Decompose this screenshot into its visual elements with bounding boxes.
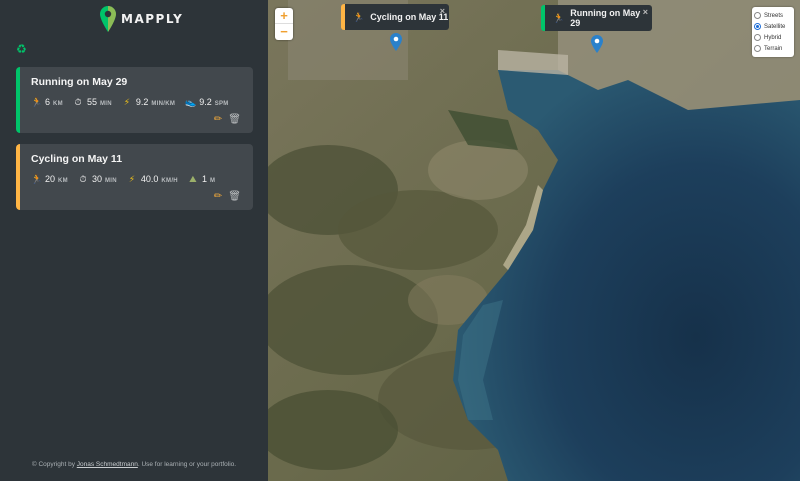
- trash-icon[interactable]: 🗑: [228, 114, 241, 125]
- stopwatch-icon: ⏱: [79, 174, 87, 184]
- author-link[interactable]: Jonas Schmedtmann: [77, 461, 138, 468]
- cadence-value: 9.2: [199, 97, 212, 107]
- map-marker-running[interactable]: [591, 35, 603, 53]
- radio-button[interactable]: [754, 45, 761, 52]
- duration-value: 55: [86, 97, 97, 107]
- popup-cycling[interactable]: 🏃 Cycling on May 11 ×: [341, 4, 449, 30]
- map-marker-cycling[interactable]: [390, 33, 402, 51]
- edit-pencil-icon[interactable]: ✏: [214, 191, 222, 202]
- workout-stats: 🏃 6 KM ⏱ 55 MIN ⚡ 9.2 MIN/KM 👟 9.2 SPM: [31, 97, 239, 108]
- trash-icon[interactable]: 🗑: [228, 191, 241, 202]
- duration-unit: MIN: [99, 101, 112, 107]
- speed-stat: ⚡ 40.0 KM/H: [127, 174, 178, 185]
- zoom-out-button[interactable]: −: [275, 24, 293, 40]
- pace-value: 9.2: [135, 97, 149, 107]
- layer-option-satellite[interactable]: Satellite: [754, 21, 792, 32]
- pace-unit: MIN/KM: [151, 101, 176, 107]
- radio-button[interactable]: [754, 23, 761, 30]
- zoom-control: + −: [275, 8, 293, 40]
- copyright-suffix: . Use for learning or your portfolio.: [137, 461, 237, 468]
- app-name: MAPPLY: [121, 12, 184, 26]
- elevation-value: 1: [201, 174, 207, 184]
- satellite-imagery: [268, 0, 800, 481]
- cyclist-icon: 🏃: [353, 11, 365, 22]
- elevation-unit: M: [209, 178, 216, 184]
- layer-label: Terrain: [764, 45, 783, 52]
- stopwatch-icon: ⏱: [74, 97, 82, 107]
- cyclist-icon: 🏃: [31, 174, 43, 184]
- cadence-stat: 👟 9.2 SPM: [185, 97, 228, 108]
- layer-switcher: Streets Satellite Hybrid Terrain: [752, 7, 794, 57]
- popup-close-button[interactable]: ×: [643, 7, 648, 17]
- logo: MAPPLY: [100, 6, 183, 32]
- duration-value: 30: [91, 174, 102, 184]
- radio-button[interactable]: [754, 34, 761, 41]
- popup-close-button[interactable]: ×: [440, 6, 445, 16]
- sidebar: MAPPLY ♻ Running on May 29 🏃 6 KM ⏱ 55 M…: [0, 0, 268, 481]
- distance-unit: KM: [53, 101, 63, 107]
- workout-actions: ✏ 🗑: [214, 114, 241, 125]
- popup-label: Cycling on May 11: [370, 12, 449, 22]
- workout-stats: 🏃 20 KM ⏱ 30 MIN ⚡ 40.0 KM/H ⛰ 1 M: [31, 174, 225, 185]
- radio-button[interactable]: [754, 12, 761, 19]
- workout-title: Cycling on May 11: [31, 153, 123, 165]
- distance-stat: 🏃 6 KM: [31, 97, 63, 108]
- layer-label: Satellite: [764, 23, 786, 30]
- duration-stat: ⏱ 30 MIN: [78, 174, 117, 185]
- workout-card-cycling[interactable]: Cycling on May 11 🏃 20 KM ⏱ 30 MIN ⚡ 40.…: [16, 144, 253, 210]
- duration-unit: MIN: [104, 178, 117, 184]
- distance-unit: KM: [58, 178, 68, 184]
- layer-option-hybrid[interactable]: Hybrid: [754, 32, 792, 43]
- edit-pencil-icon[interactable]: ✏: [214, 114, 222, 125]
- layer-option-streets[interactable]: Streets: [754, 10, 792, 21]
- workout-title: Running on May 29: [31, 76, 128, 88]
- zoom-in-button[interactable]: +: [275, 8, 293, 24]
- footprints-icon: 👟: [185, 97, 197, 107]
- distance-value: 20: [45, 174, 56, 184]
- duration-stat: ⏱ 55 MIN: [73, 97, 112, 108]
- lightning-icon: ⚡: [128, 174, 136, 184]
- lightning-icon: ⚡: [123, 97, 131, 107]
- copyright-prefix: © Copyright by: [31, 461, 77, 468]
- reset-icon[interactable]: ♻: [16, 42, 27, 56]
- speed-value: 40.0: [140, 174, 159, 184]
- cadence-unit: SPM: [214, 101, 229, 107]
- runner-icon: 🏃: [31, 97, 43, 107]
- copyright: © Copyright by Jonas Schmedtmann. Use fo…: [0, 461, 268, 468]
- elevation-stat: ⛰ 1 M: [188, 174, 215, 185]
- workout-card-running[interactable]: Running on May 29 🏃 6 KM ⏱ 55 MIN ⚡ 9.2 …: [16, 67, 253, 133]
- pace-stat: ⚡ 9.2 MIN/KM: [122, 97, 175, 108]
- distance-stat: 🏃 20 KM: [31, 174, 68, 185]
- map-view[interactable]: [268, 0, 800, 481]
- layer-label: Streets: [764, 12, 784, 19]
- layer-label: Hybrid: [764, 34, 782, 41]
- distance-value: 6: [45, 97, 51, 107]
- mountain-icon: ⛰: [189, 174, 197, 184]
- popup-running[interactable]: 🏃 Running on May 29 ×: [541, 5, 652, 31]
- runner-icon: 🏃: [553, 12, 565, 23]
- layer-option-terrain[interactable]: Terrain: [754, 43, 792, 54]
- speed-unit: KM/H: [161, 178, 178, 184]
- workout-actions: ✏ 🗑: [214, 191, 241, 202]
- popup-label: Running on May 29: [570, 8, 641, 28]
- map-pin-logo-icon: [100, 6, 116, 32]
